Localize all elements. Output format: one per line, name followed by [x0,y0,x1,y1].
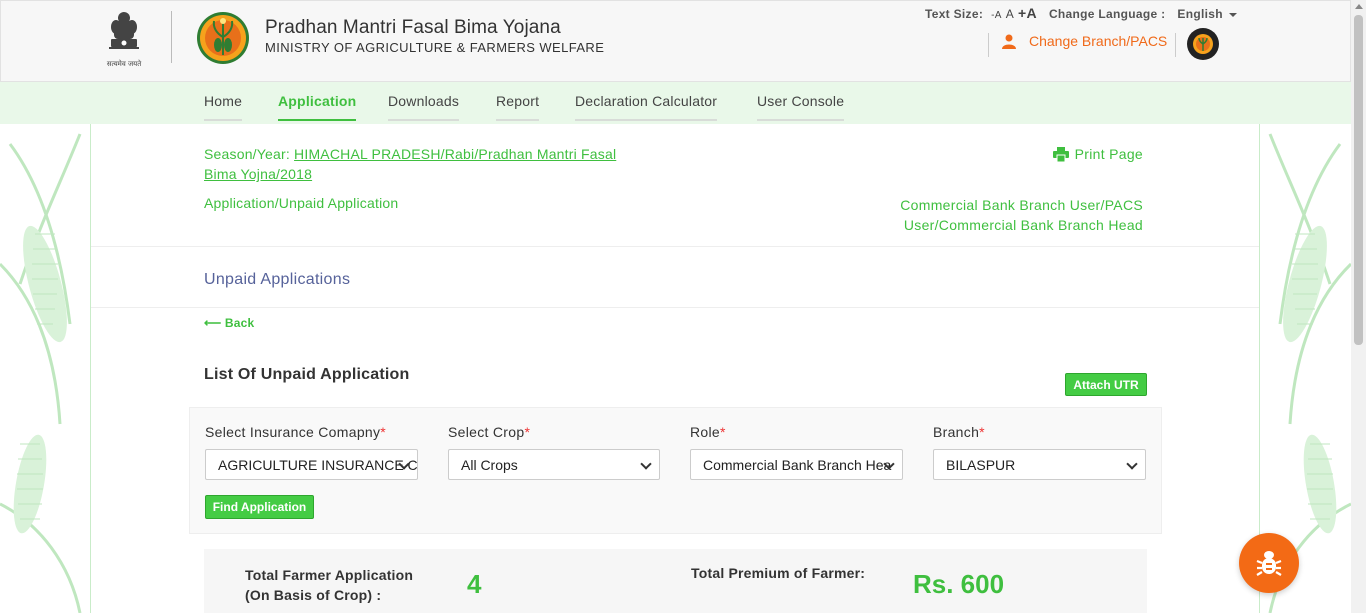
chevron-down-icon [640,458,652,470]
national-emblem-icon: सत्यमेव जयते [107,12,142,68]
required-mark: * [720,424,726,440]
filter-panel: Select Insurance Comapny* AGRICULTURE IN… [189,407,1162,534]
insurance-company-label-text: Select Insurance Comapny [205,424,381,440]
vertical-scrollbar[interactable] [1351,0,1366,613]
text-size-decrease[interactable]: -A [991,10,1002,21]
nav-report[interactable]: Report [496,93,540,121]
branch-value: BILASPUR [946,457,1016,473]
find-application-button[interactable]: Find Application [205,495,314,519]
bug-report-button[interactable] [1239,533,1299,593]
list-heading: List Of Unpaid Application [204,366,410,383]
season-label: Season/Year: [204,146,290,162]
season-year: Season/Year: HIMACHAL PRADESH/Rabi/Pradh… [204,144,644,184]
stats-panel: Total Farmer Application (On Basis of Cr… [204,549,1147,613]
crop-select[interactable]: All Crops [448,449,660,480]
total-premium-value: Rs. 600 [913,569,1005,599]
branch-label: Branch* [933,424,1146,440]
nav-home[interactable]: Home [204,93,243,121]
breadcrumb: Application/Unpaid Application [204,195,399,211]
insurance-company-select[interactable]: AGRICULTURE INSURANCE CO [205,449,418,480]
language-value: English [1177,7,1223,21]
total-premium-label: Total Premium of Farmer: [691,565,866,581]
print-page-button[interactable]: Print Page [1052,146,1143,162]
branch-label-text: Branch [933,424,980,440]
required-mark: * [979,424,985,440]
branch-select[interactable]: BILASPUR [933,449,1146,480]
text-size-normal[interactable]: A [1006,7,1014,21]
site-header: सत्यमेव जयते Pradhan Mantri Fasal Bima Y… [0,0,1351,82]
language-select[interactable]: English [1177,7,1237,21]
background-corn-left-icon [0,133,82,613]
text-size-label: Text Size: [925,7,984,21]
scroll-up-arrow-icon[interactable] [1355,4,1363,9]
text-size-increase[interactable]: +A [1018,5,1037,21]
content-card: Season/Year: HIMACHAL PRADESH/Rabi/Pradh… [90,124,1260,613]
nav-declaration-calculator[interactable]: Declaration Calculator [575,93,718,121]
back-link[interactable]: ⟵ Back [204,316,254,330]
change-language-label: Change Language : [1048,7,1166,21]
insurance-company-label: Select Insurance Comapny* [205,424,418,440]
pmfby-logo-icon[interactable] [196,11,250,65]
crop-group: Select Crop* All Crops [448,424,660,480]
role-select[interactable]: Commercial Bank Branch Hea [690,449,903,480]
nav-downloads[interactable]: Downloads [388,93,460,121]
role-label: Role* [690,424,903,440]
print-page-label: Print Page [1074,146,1143,162]
nav-application[interactable]: Application [278,93,357,121]
required-mark: * [524,424,531,440]
scrollbar-thumb[interactable] [1354,15,1363,345]
attach-utr-button[interactable]: Attach UTR [1065,373,1147,396]
branch-group: Branch* BILASPUR [933,424,1146,480]
user-icon [1002,34,1016,49]
bug-icon [1256,551,1282,576]
page-title: Unpaid Applications [204,271,351,288]
print-icon [1052,146,1069,162]
total-farmer-application-label-line2: (On Basis of Crop) : [245,587,382,603]
avatar[interactable] [1187,28,1219,60]
site-title: Pradhan Mantri Fasal Bima Yojana [265,17,561,38]
main-nav: Home Application Downloads Report Declar… [0,82,1351,124]
required-mark: * [380,424,387,440]
insurance-company-value: AGRICULTURE INSURANCE CO [218,457,418,473]
total-farmer-application-value: 4 [467,569,482,599]
svg-text:सत्यमेव जयते: सत्यमेव जयते [107,59,142,68]
total-farmer-application-label: Total Farmer Application (On Basis of Cr… [245,565,413,605]
site-subtitle: MINISTRY OF AGRICULTURE & FARMERS WELFAR… [265,40,605,55]
header-divider [988,33,989,57]
chevron-down-icon [1126,458,1138,470]
pmfby-logo-icon [1193,34,1213,54]
crop-value: All Crops [461,457,518,473]
role-group: Role* Commercial Bank Branch Hea [690,424,903,480]
change-branch-link[interactable]: Change Branch/PACS [1001,33,1167,49]
total-farmer-application-label-line1: Total Farmer Application [245,567,414,583]
user-role-text: Commercial Bank Branch User/PACS User/Co… [900,197,1143,233]
caret-down-icon [1228,12,1237,17]
change-branch-label: Change Branch/PACS [1029,33,1168,49]
divider [91,246,1259,247]
role-value: Commercial Bank Branch Hea [703,457,892,473]
accessibility-bar: Text Size: -A A +A Change Language : Eng… [925,5,1237,21]
crop-label: Select Crop* [448,424,660,440]
insurance-company-group: Select Insurance Comapny* AGRICULTURE IN… [205,424,418,480]
crop-label-text: Select Crop [448,424,525,440]
divider [91,307,1259,308]
nav-user-console[interactable]: User Console [757,93,845,121]
role-label-text: Role [690,424,720,440]
header-divider [1175,33,1176,57]
user-role: Commercial Bank Branch User/PACS User/Co… [883,195,1143,235]
header-divider [171,11,172,63]
